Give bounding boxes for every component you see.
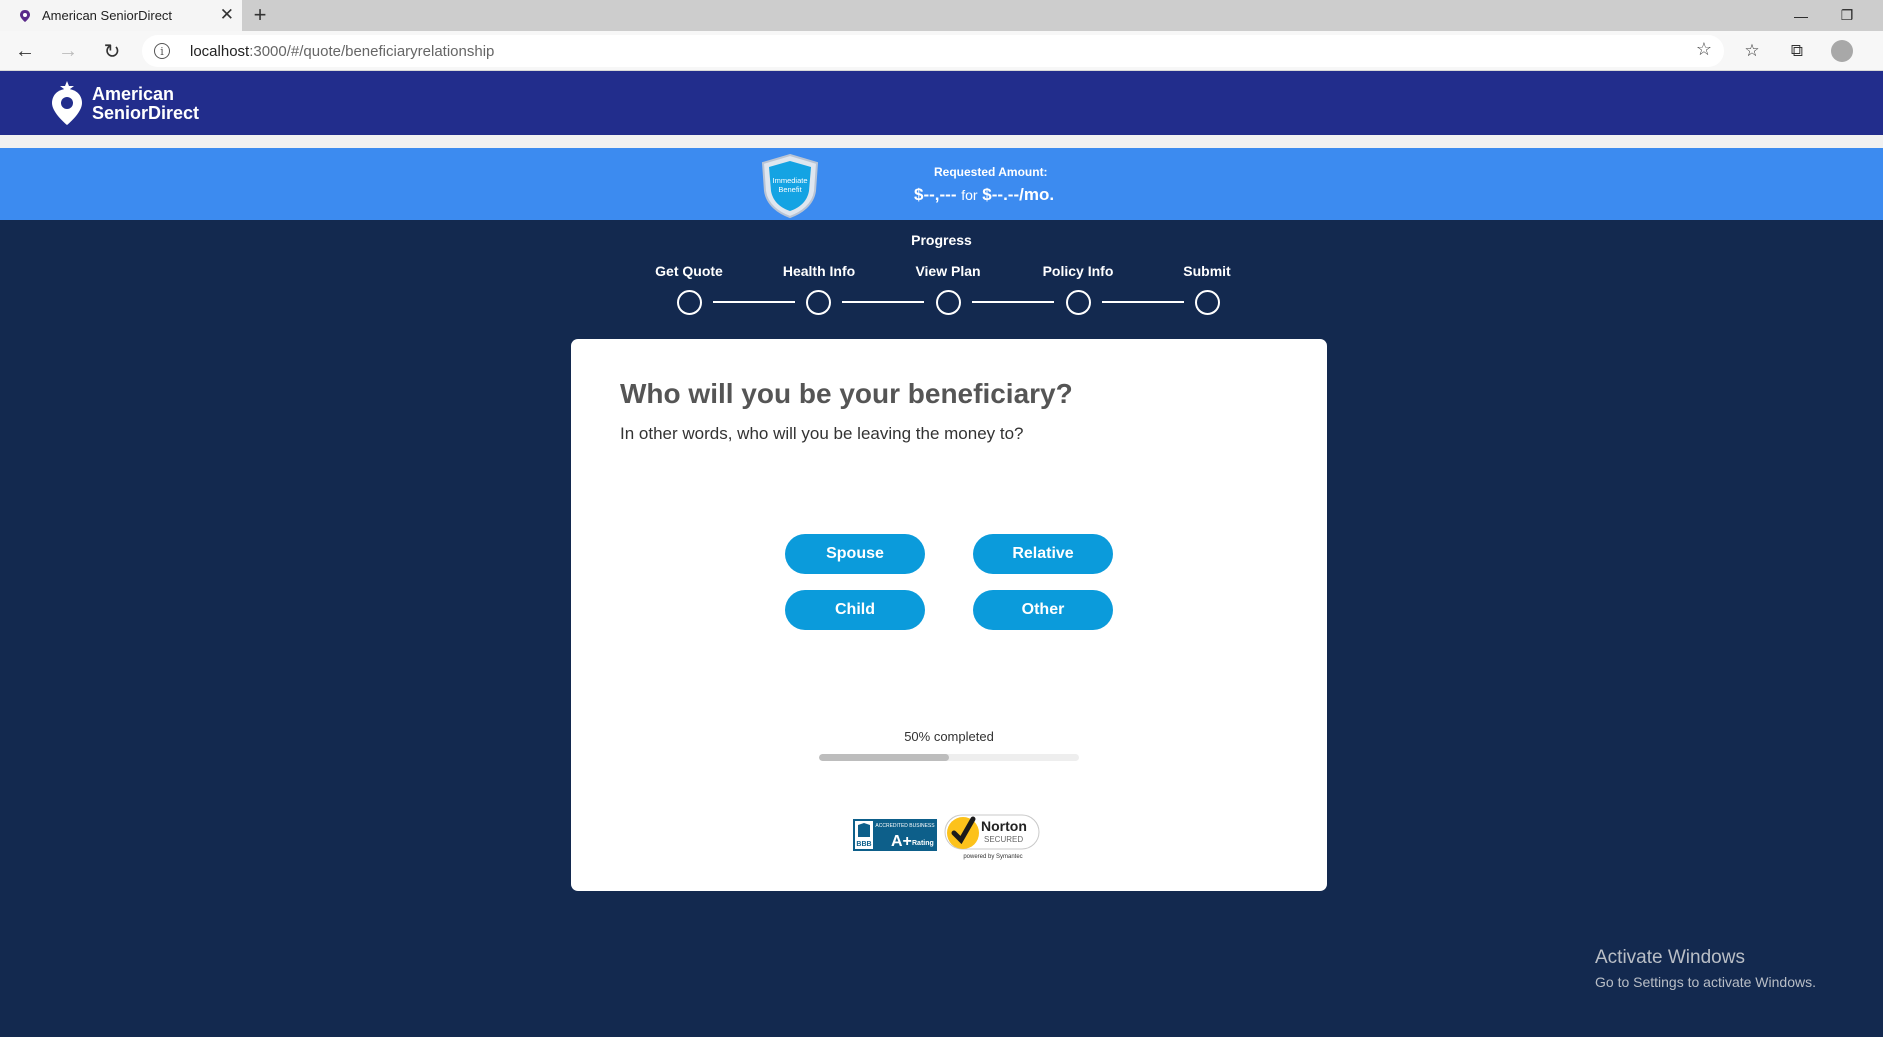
step-label-policy-info: Policy Info — [1042, 263, 1114, 279]
site-info-icon[interactable]: i — [154, 43, 170, 59]
step-label-submit: Submit — [1183, 263, 1231, 279]
step-connector — [972, 301, 1054, 303]
completion-progress-fill — [819, 754, 949, 761]
bbb-accredited-text: ACCREDITED BUSINESS — [875, 823, 935, 829]
logo-pin-icon — [52, 81, 82, 125]
question-subtitle: In other words, who will you be leaving … — [620, 424, 1024, 443]
site-favicon-icon — [18, 9, 32, 23]
step-circle-policy-info — [1066, 290, 1091, 315]
url-path: :3000/#/quote/beneficiaryrelationship — [249, 42, 495, 60]
step-label-get-quote: Get Quote — [655, 263, 723, 279]
bbb-badge-icon[interactable]: BBB ACCREDITED BUSINESS A+ Rating — [853, 817, 937, 853]
new-tab-icon[interactable]: + — [250, 2, 270, 28]
monthly-value: $--.--/mo. — [982, 185, 1055, 204]
logo-line1: American — [92, 84, 175, 104]
forward-icon[interactable]: → — [54, 37, 82, 65]
restore-icon[interactable]: ❐ — [1824, 0, 1870, 31]
site-logo[interactable]: American SeniorDirect — [50, 81, 199, 127]
norton-powered-text: powered by Symantec — [963, 854, 1022, 860]
url-host: localhost — [190, 42, 250, 60]
completion-label: 50% completed — [904, 729, 994, 744]
url-text: localhost:3000/#/quote/beneficiaryrelati… — [190, 43, 494, 60]
activate-windows-subtitle: Go to Settings to activate Windows. — [1595, 974, 1816, 990]
shield-icon: Immediate Benefit — [761, 153, 819, 219]
step-connector — [1102, 301, 1184, 303]
logo-line2: SeniorDirect — [92, 103, 200, 123]
question-title: Who will you be your beneficiary? — [620, 378, 1073, 409]
step-circle-view-plan — [936, 290, 961, 315]
minimize-icon[interactable]: — — [1778, 0, 1824, 31]
norton-name-text: Norton — [981, 818, 1027, 834]
child-button[interactable]: Child — [785, 590, 925, 630]
beneficiary-card: Who will you be your beneficiary? In oth… — [571, 339, 1327, 891]
step-label-view-plan: View Plan — [915, 263, 981, 279]
site-header: American SeniorDirect — [0, 71, 1883, 135]
step-circle-get-quote — [677, 290, 702, 315]
browser-address-bar: ← → ↻ i localhost:3000/#/quote/beneficia… — [0, 31, 1883, 71]
collections-icon[interactable]: ⧉ — [1784, 38, 1810, 64]
step-circle-submit — [1195, 290, 1220, 315]
bbb-rating-grade: A+ — [891, 833, 912, 850]
profile-icon[interactable] — [1829, 38, 1855, 64]
bbb-logo-text: BBB — [856, 841, 871, 848]
step-connector — [842, 301, 924, 303]
norton-secured-text: SECURED — [984, 835, 1023, 844]
immediate-benefit-badge: Immediate Benefit — [759, 153, 821, 224]
tab-close-icon[interactable]: ✕ — [220, 5, 234, 25]
favorites-icon[interactable]: ☆ — [1739, 38, 1765, 64]
tab-title: American SeniorDirect — [42, 8, 173, 23]
norton-secured-badge-icon[interactable]: Norton SECURED powered by Symantec — [943, 809, 1041, 861]
bbb-rating-label: Rating — [912, 840, 934, 847]
requested-amount-label: Requested Amount: — [934, 165, 1048, 179]
spouse-button[interactable]: Spouse — [785, 534, 925, 574]
requested-amount-value: $--,--- for $--.--/mo. — [914, 185, 1054, 205]
favorite-star-icon[interactable]: ☆ — [1696, 39, 1712, 60]
relative-button[interactable]: Relative — [973, 534, 1113, 574]
requested-amount-bar: Immediate Benefit Requested Amount: $--,… — [0, 148, 1883, 220]
step-connector — [713, 301, 795, 303]
url-field[interactable]: i localhost:3000/#/quote/beneficiaryrela… — [142, 35, 1724, 67]
windows-activation-watermark: Activate Windows Go to Settings to activ… — [1595, 947, 1816, 990]
other-button[interactable]: Other — [973, 590, 1113, 630]
badge-line2: Benefit — [778, 185, 802, 194]
badge-line1: Immediate — [772, 176, 807, 185]
activate-windows-title: Activate Windows — [1595, 947, 1745, 968]
header-divider — [0, 135, 1883, 148]
completion-progress-bar — [819, 754, 1079, 761]
browser-tab-bar: American SeniorDirect ✕ + — ❐ — [0, 0, 1883, 31]
step-circle-health-info — [806, 290, 831, 315]
step-label-health-info: Health Info — [782, 263, 856, 279]
back-icon[interactable]: ← — [11, 37, 39, 65]
trust-badges: BBB ACCREDITED BUSINESS A+ Rating Norton… — [853, 809, 1041, 861]
browser-tab[interactable]: American SeniorDirect ✕ — [0, 0, 242, 31]
amount-value: $--,--- — [914, 185, 957, 204]
refresh-icon[interactable]: ↻ — [98, 37, 126, 65]
progress-title: Progress — [911, 232, 972, 248]
amount-for: for — [961, 187, 978, 203]
